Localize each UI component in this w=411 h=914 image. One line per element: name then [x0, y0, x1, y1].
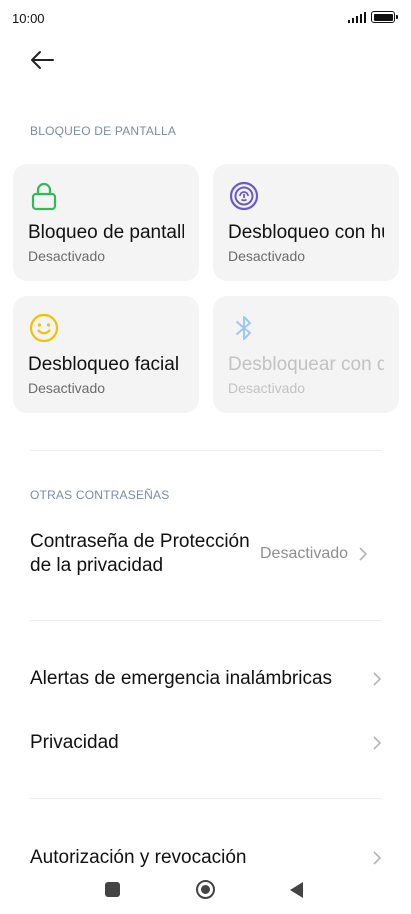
recents-button[interactable]	[105, 882, 120, 897]
chevron-right-icon	[359, 547, 368, 561]
privacy-row[interactable]: Privacidad	[30, 730, 382, 756]
bluetooth-icon	[236, 316, 251, 340]
card-status: Desactivado	[228, 380, 306, 396]
status-icons	[347, 11, 398, 23]
divider	[30, 620, 381, 621]
card-fingerprint-unlock[interactable]: Desbloqueo con huella digital Desactivad…	[213, 164, 399, 281]
battery-icon	[371, 11, 398, 23]
home-button[interactable]	[196, 880, 215, 899]
padlock-icon	[31, 182, 57, 211]
card-status: Desactivado	[228, 248, 306, 264]
row-title: Alertas de emergencia inalámbricas	[30, 668, 333, 689]
signal-icon	[347, 11, 366, 23]
card-title: Bloqueo de pantalla	[28, 222, 184, 243]
privacy-password-row[interactable]: Contraseña de Protección de la privacida…	[30, 530, 382, 578]
status-time: 10:00	[12, 11, 45, 26]
section-label-screen-lock: BLOQUEO DE PANTALLA	[30, 124, 177, 138]
card-title: Desbloqueo con huella digital	[228, 222, 384, 243]
row-title: Contraseña de Protección de la privacida…	[30, 531, 250, 576]
chevron-right-icon	[373, 851, 382, 865]
divider	[30, 798, 381, 799]
card-screen-lock[interactable]: Bloqueo de pantalla Desactivado	[13, 164, 199, 281]
smiley-face-icon	[29, 313, 59, 343]
card-status: Desactivado	[28, 380, 106, 396]
card-bluetooth-unlock[interactable]: Desbloquear con dispositivo Bluetooth De…	[213, 296, 399, 413]
emergency-alerts-row[interactable]: Alertas de emergencia inalámbricas	[30, 666, 382, 692]
divider	[30, 450, 381, 451]
card-status: Desactivado	[28, 248, 106, 264]
status-bar: 10:00	[0, 0, 411, 38]
card-title: Desbloquear con dispositivo Bluetooth	[228, 354, 384, 375]
chevron-right-icon	[373, 672, 382, 686]
section-label-other-passwords: OTRAS CONTRASEÑAS	[30, 488, 170, 502]
fingerprint-icon	[229, 181, 259, 211]
back-nav-button[interactable]	[290, 882, 303, 898]
back-button[interactable]	[26, 46, 58, 74]
chevron-right-icon	[373, 736, 382, 750]
card-face-unlock[interactable]: Desbloqueo facial Desactivado	[13, 296, 199, 413]
navigation-bar	[0, 868, 411, 914]
row-title: Autorización y revocación	[30, 847, 247, 868]
card-title: Desbloqueo facial	[28, 354, 180, 375]
row-title: Privacidad	[30, 732, 119, 753]
row-value: Desactivado	[260, 545, 349, 562]
arrow-left-icon	[31, 51, 54, 69]
